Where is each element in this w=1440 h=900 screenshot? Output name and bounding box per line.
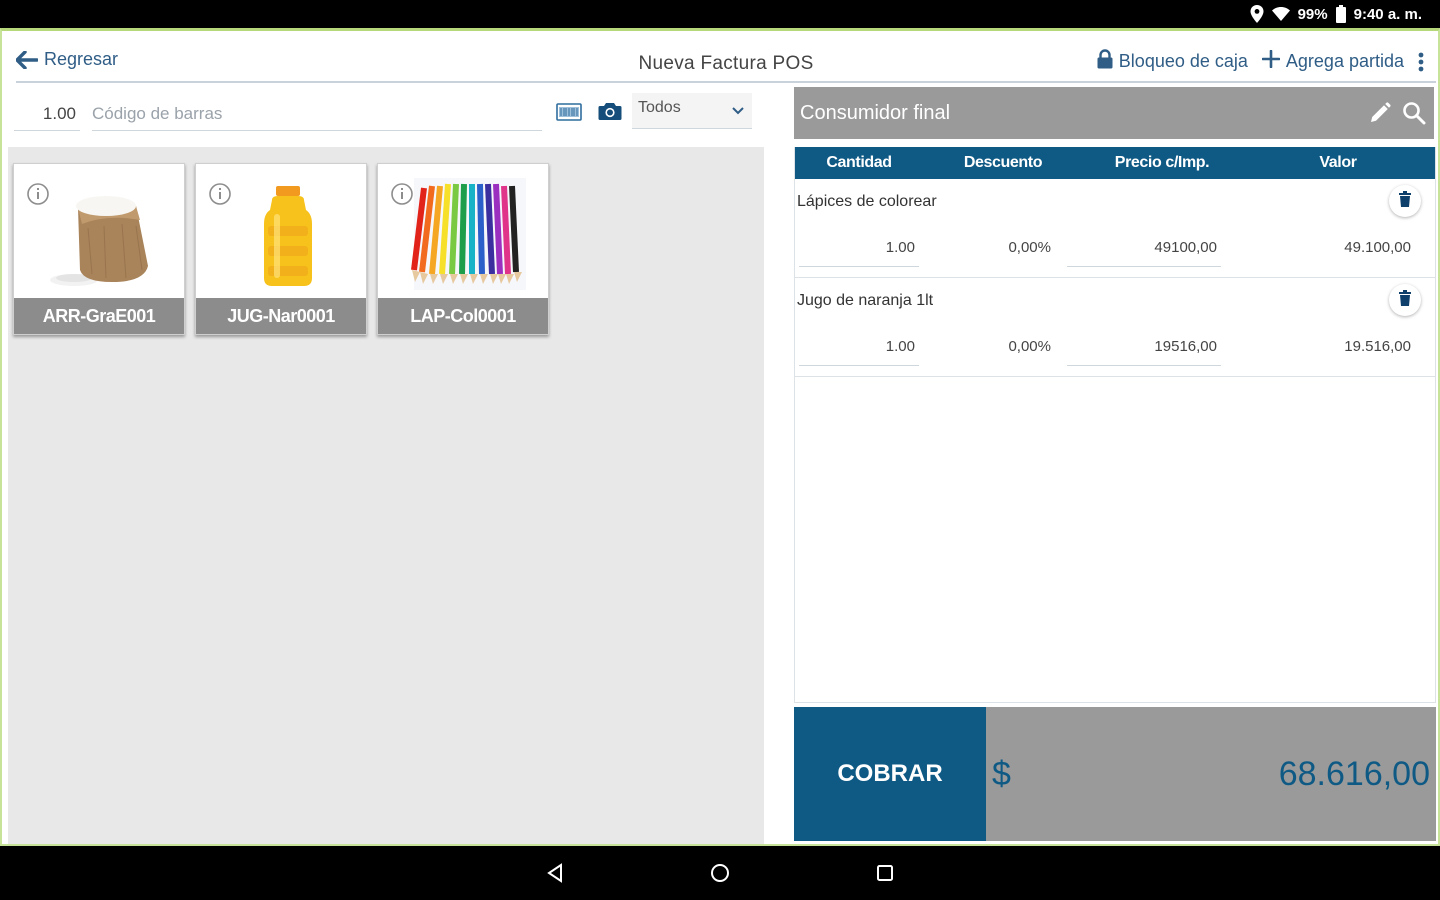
line-discount: 0,00%: [1008, 239, 1051, 256]
battery-percent: 99%: [1297, 5, 1328, 23]
back-button[interactable]: Regresar: [16, 49, 118, 70]
category-selected: Todos: [638, 99, 681, 116]
invoice-table: Cantidad Descuento Precio c/Imp. Valor L…: [794, 147, 1436, 703]
charge-button[interactable]: COBRAR: [794, 707, 986, 841]
product-card[interactable]: JUG-Nar0001: [195, 163, 367, 335]
currency-symbol: $: [992, 755, 1011, 793]
product-code: ARR-GraE001: [14, 298, 184, 334]
delete-line-button[interactable]: [1389, 284, 1421, 316]
nav-recents-icon[interactable]: [876, 864, 894, 882]
top-bar: Regresar Nueva Factura POS Bloqueo de ca…: [16, 45, 1436, 83]
checkout-bar: COBRAR $ 68.616,00: [794, 707, 1436, 841]
total-amount: 68.616,00: [1278, 755, 1430, 793]
colored-pencils-image: [411, 178, 526, 290]
invoice-line[interactable]: Jugo de naranja 1lt 1.00 0,00% 19516,00 …: [795, 278, 1435, 377]
add-line-button[interactable]: Agrega partida: [1261, 49, 1404, 73]
line-quantity[interactable]: 1.00: [799, 237, 919, 267]
line-discount: 0,00%: [1008, 338, 1051, 355]
add-line-label: Agrega partida: [1285, 51, 1404, 71]
customer-name: Consumidor final: [800, 101, 951, 124]
category-select[interactable]: Todos: [632, 93, 752, 129]
wifi-icon: [1271, 7, 1290, 21]
quantity-input[interactable]: [14, 97, 80, 131]
arrow-left-icon: [16, 50, 38, 69]
delete-line-button[interactable]: [1389, 185, 1421, 217]
more-vert-icon[interactable]: [1418, 52, 1424, 72]
line-quantity[interactable]: 1.00: [799, 336, 919, 366]
product-card[interactable]: LAP-Col0001: [377, 163, 549, 335]
top-actions: Bloqueo de caja Agrega partida: [1097, 49, 1424, 74]
rice-sack-image: [50, 196, 148, 286]
lock-register-label: Bloqueo de caja: [1118, 51, 1248, 71]
products-panel: ARR-GraE001 JUG-Nar0001 LAP-Col0001: [8, 147, 764, 844]
line-name: Lápices de colorear: [797, 193, 937, 210]
line-value: 49.100,00: [1344, 239, 1411, 256]
line-value: 19.516,00: [1344, 338, 1411, 355]
app-window: Regresar Nueva Factura POS Bloqueo de ca…: [0, 28, 1440, 846]
lock-register-button[interactable]: Bloqueo de caja: [1097, 49, 1248, 74]
product-card[interactable]: ARR-GraE001: [13, 163, 185, 335]
status-bar: 99% 9:40 a. m.: [0, 0, 1440, 28]
trash-icon: [1399, 289, 1411, 311]
battery-icon: [1335, 5, 1346, 23]
lock-icon: [1097, 49, 1113, 74]
back-label: Regresar: [44, 49, 119, 69]
column-price: Precio c/Imp.: [1114, 154, 1210, 171]
line-price[interactable]: 19516,00: [1067, 336, 1221, 366]
location-icon: [1250, 5, 1264, 23]
trash-icon: [1399, 190, 1411, 212]
navigation-bar: [0, 846, 1440, 900]
customer-bar[interactable]: Consumidor final: [794, 87, 1434, 139]
column-discount: Descuento: [963, 154, 1043, 171]
search-icon[interactable]: [1402, 101, 1426, 125]
barcode-scanner-icon[interactable]: [556, 103, 582, 126]
barcode-input[interactable]: [92, 97, 542, 131]
invoice-header: Cantidad Descuento Precio c/Imp. Valor: [795, 147, 1435, 179]
orange-juice-bottle-image: [264, 186, 312, 286]
clock: 9:40 a. m.: [1353, 5, 1422, 23]
column-quantity: Cantidad: [826, 154, 892, 171]
product-code: JUG-Nar0001: [196, 298, 366, 334]
line-price[interactable]: 49100,00: [1067, 237, 1221, 267]
line-name: Jugo de naranja 1lt: [797, 292, 934, 309]
nav-back-icon[interactable]: [546, 863, 564, 883]
invoice-line[interactable]: Lápices de colorear 1.00 0,00% 49100,00 …: [795, 179, 1435, 278]
chevron-down-icon: [732, 107, 744, 115]
nav-home-icon[interactable]: [710, 863, 730, 883]
camera-icon[interactable]: [598, 101, 622, 126]
search-row: Todos: [14, 93, 754, 137]
column-value: Valor: [1319, 154, 1357, 171]
customer-actions: [1368, 101, 1426, 125]
product-code: LAP-Col0001: [378, 298, 548, 334]
edit-pencil-icon[interactable]: [1368, 101, 1392, 125]
plus-icon: [1261, 49, 1281, 73]
